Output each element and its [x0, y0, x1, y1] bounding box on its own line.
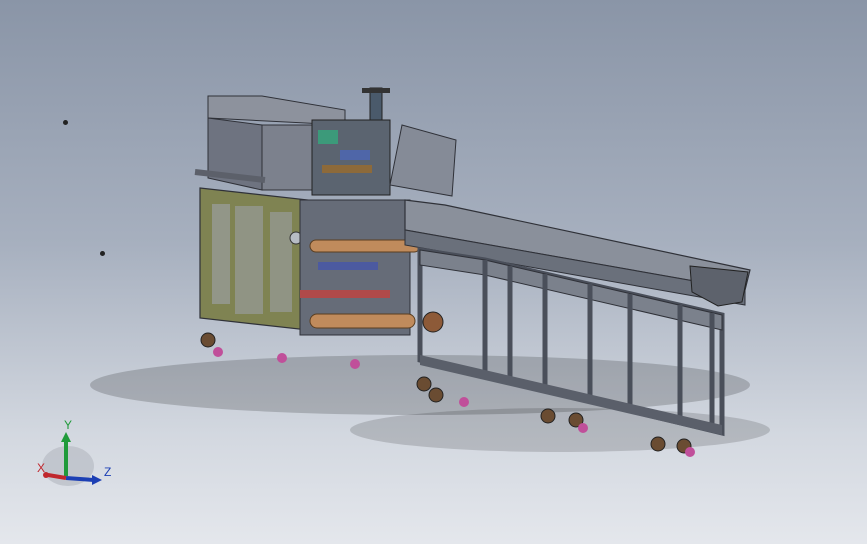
mechanism-part: [322, 165, 372, 173]
spindle-shaft: [369, 87, 383, 125]
x-axis-label: X: [37, 461, 45, 475]
roller-tube-lower: [309, 313, 416, 329]
frame-window: [270, 212, 292, 312]
z-axis-label: Z: [104, 465, 111, 479]
drive-part: [318, 262, 378, 270]
mechanism-part: [340, 150, 370, 160]
cad-3d-viewport[interactable]: Y Z X: [0, 0, 867, 544]
roller-tube: [309, 239, 421, 253]
y-axis-label: Y: [64, 420, 72, 432]
coordinate-triad[interactable]: Y Z X: [30, 420, 120, 490]
frame-window: [212, 204, 230, 304]
frame-window: [235, 206, 263, 314]
pulley: [422, 311, 444, 333]
machine-assembly-model[interactable]: [0, 0, 867, 544]
hopper: [389, 124, 457, 197]
z-axis-arrowhead: [92, 475, 102, 485]
drive-part: [300, 290, 390, 298]
mechanism-part: [318, 130, 338, 144]
spindle-cap: [362, 88, 390, 93]
y-axis-arrowhead: [61, 432, 71, 442]
conveyor-end-guard: [689, 265, 749, 307]
z-axis-arrow: [65, 476, 95, 482]
